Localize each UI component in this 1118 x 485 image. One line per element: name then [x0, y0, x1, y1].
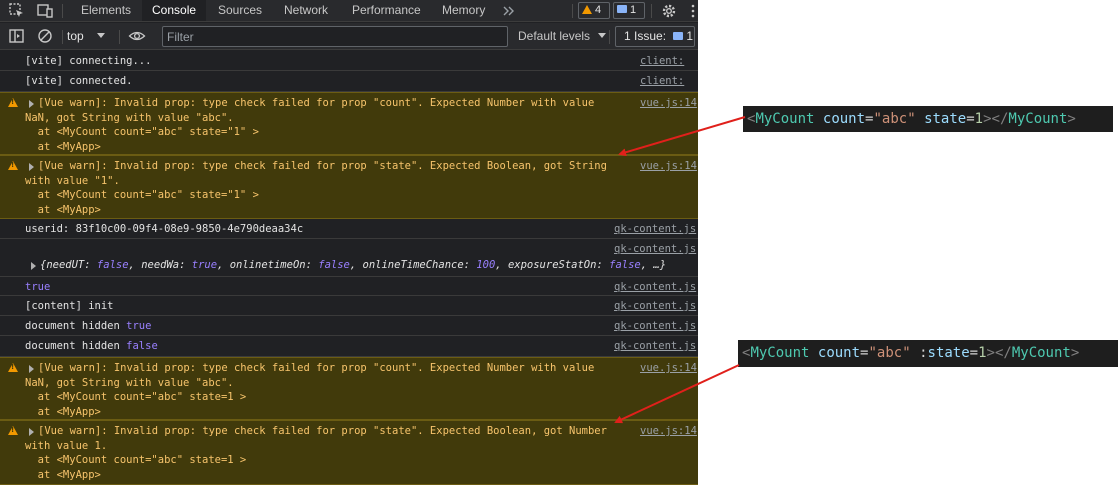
inspect-element-icon[interactable] [8, 2, 26, 20]
warning-count-badge[interactable]: 4 [578, 2, 610, 19]
console-message: [vite] connecting... client: [0, 51, 698, 71]
context-selector[interactable]: top [67, 27, 106, 46]
toolbar-separator [609, 30, 610, 44]
warning-text: [Vue warn]: Invalid prop: type check fai… [25, 160, 607, 216]
issues-count: 1 [686, 29, 694, 43]
devtools-tab-bar: Elements Console Sources Network Perform… [0, 0, 698, 22]
message-count: 1 [630, 4, 637, 16]
warning-icon [8, 363, 18, 372]
tab-performance[interactable]: Performance [342, 0, 431, 21]
source-link[interactable]: qk-content.js [614, 299, 698, 314]
message-icon [673, 32, 684, 40]
console-message: document hidden false qk-content.js [0, 336, 698, 357]
console-object-message: qk-content.js {needUT: false, needWa: tr… [0, 239, 698, 277]
source-link[interactable]: qk-content.js [614, 242, 698, 257]
warning-icon [8, 98, 18, 107]
message-count-badge[interactable]: 1 [613, 2, 645, 19]
message-text: [content] init [25, 300, 114, 312]
gear-icon[interactable] [660, 2, 678, 20]
warning-text: [Vue warn]: Invalid prop: type check fai… [25, 425, 607, 481]
source-link[interactable]: client: [640, 74, 698, 89]
warning-text: [Vue warn]: Invalid prop: type check fai… [25, 97, 595, 153]
filter-input[interactable] [162, 26, 508, 47]
message-text: true [25, 281, 51, 293]
tab-network[interactable]: Network [274, 0, 338, 21]
code-snippet-2: <MyCount count="abc" :state=1></MyCount> [738, 340, 1118, 367]
tab-elements[interactable]: Elements [71, 0, 141, 21]
message-text: document hidden false [25, 339, 158, 354]
object-preview[interactable]: {needUT: false, needWa: true, onlinetime… [40, 258, 666, 273]
message-text: [vite] connecting... [25, 55, 152, 67]
code-snippet-1: <MyCount count="abc" state=1></MyCount> [743, 106, 1113, 132]
console-message: true qk-content.js [0, 277, 698, 296]
source-link[interactable]: qk-content.js [614, 280, 698, 295]
console-warning: [Vue warn]: Invalid prop: type check fai… [0, 92, 698, 155]
message-text: document hidden true [25, 319, 151, 334]
console-message: document hidden true qk-content.js [0, 316, 698, 336]
issues-button[interactable]: 1 Issue: 1 [615, 26, 695, 47]
tabbar-separator [62, 4, 63, 18]
devtools-panel: Elements Console Sources Network Perform… [0, 0, 698, 485]
warning-icon [582, 5, 592, 14]
message-label: document hidden [25, 320, 120, 332]
source-link[interactable]: vue.js:14 [640, 159, 698, 174]
message-value: true [126, 320, 152, 332]
console-message: [content] init qk-content.js [0, 296, 698, 316]
tab-console[interactable]: Console [142, 0, 207, 21]
message-icon [617, 5, 627, 13]
tab-sources[interactable]: Sources [208, 0, 272, 21]
toolbar-separator [62, 30, 63, 44]
tabbar-separator [572, 4, 573, 18]
log-levels-dropdown[interactable]: Default levels [518, 27, 607, 46]
kebab-menu-icon[interactable] [684, 2, 698, 20]
source-link[interactable]: qk-content.js [614, 339, 698, 354]
chevron-down-icon [97, 33, 106, 38]
console-warning: [Vue warn]: Invalid prop: type check fai… [0, 357, 698, 420]
warning-icon [8, 161, 18, 170]
warning-text: [Vue warn]: Invalid prop: type check fai… [25, 362, 595, 418]
message-label: document hidden [25, 340, 120, 352]
toolbar-separator [119, 30, 120, 44]
console-warning: [Vue warn]: Invalid prop: type check fai… [0, 155, 698, 219]
context-label: top [67, 29, 84, 43]
message-text: userid: 83f10c00-09f4-08e9-9850-4e790dea… [25, 223, 304, 235]
sidebar-toggle-icon[interactable] [8, 27, 26, 45]
device-toolbar-icon[interactable] [36, 2, 54, 20]
console-message: [vite] connected. client: [0, 71, 698, 92]
source-link[interactable]: client: [640, 54, 698, 69]
chevron-double-right-icon[interactable] [500, 2, 518, 20]
console-warning: [Vue warn]: Invalid prop: type check fai… [0, 420, 698, 485]
tab-memory[interactable]: Memory [432, 0, 495, 21]
issues-label: 1 Issue: [624, 29, 667, 43]
console-message: userid: 83f10c00-09f4-08e9-9850-4e790dea… [0, 219, 698, 239]
source-link[interactable]: qk-content.js [614, 222, 698, 237]
message-value: false [126, 340, 158, 352]
eye-icon[interactable] [128, 27, 146, 45]
message-text: [vite] connected. [25, 75, 133, 87]
expand-triangle-icon[interactable] [31, 262, 36, 270]
clear-console-icon[interactable] [36, 27, 54, 45]
source-link[interactable]: vue.js:14 [640, 361, 698, 376]
console-toolbar: top Default levels 1 Issue: 1 [0, 23, 698, 50]
log-levels-label: Default levels [518, 29, 591, 43]
tabbar-separator [651, 4, 652, 18]
chevron-down-icon [598, 33, 607, 38]
warning-icon [8, 426, 18, 435]
source-link[interactable]: qk-content.js [614, 319, 698, 334]
source-link[interactable]: vue.js:14 [640, 96, 698, 111]
warning-count: 4 [595, 4, 602, 16]
source-link[interactable]: vue.js:14 [640, 424, 698, 439]
